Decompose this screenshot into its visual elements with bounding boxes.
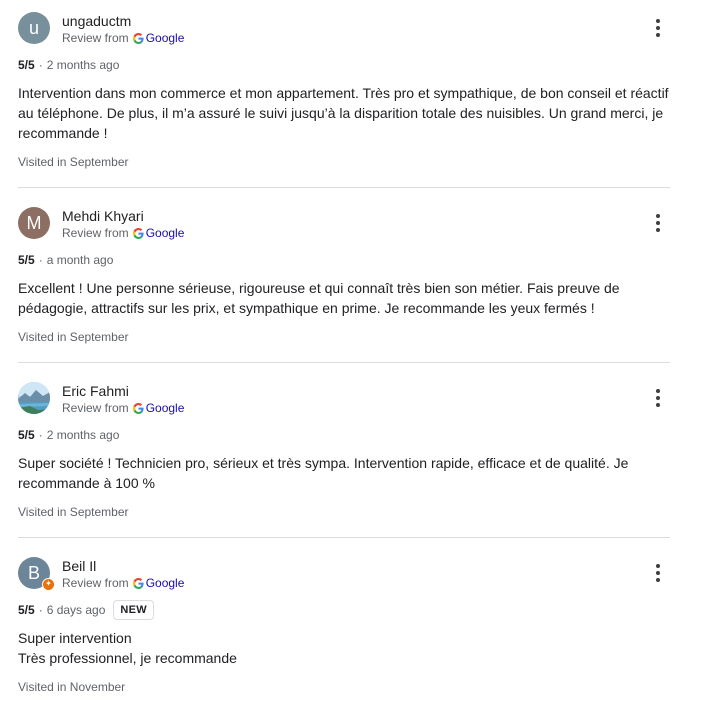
google-g-icon bbox=[132, 33, 144, 48]
rating: 5/5 bbox=[18, 58, 35, 72]
review-source: Review from Google bbox=[62, 31, 184, 48]
review-source: Review from Google bbox=[62, 576, 184, 593]
review-card: B ✦ Beil Il Review from Google 5/5 · 6 days… bbox=[18, 557, 670, 694]
review-header: u ungaductm Review from Google bbox=[18, 12, 670, 48]
avatar[interactable]: u bbox=[18, 12, 50, 44]
avatar[interactable] bbox=[18, 382, 50, 414]
reviewer-name[interactable]: Eric Fahmi bbox=[62, 382, 129, 400]
review-time: 2 months ago bbox=[46, 58, 120, 72]
avatar[interactable]: M bbox=[18, 207, 50, 239]
google-g-icon bbox=[132, 578, 144, 593]
review-text-line: Super intervention bbox=[18, 630, 132, 646]
rating: 5/5 bbox=[18, 602, 35, 617]
review-card: u ungaductm Review from Google 5/5 · 2 mont… bbox=[18, 12, 670, 169]
rating-row: 5/5 · 2 months ago bbox=[18, 428, 120, 442]
source-name-link[interactable]: Google bbox=[146, 226, 185, 240]
source-name-link[interactable]: Google bbox=[146, 401, 185, 415]
visited-date: Visited in September bbox=[18, 505, 129, 519]
divider bbox=[18, 537, 670, 538]
source-label: Review from bbox=[62, 401, 129, 415]
more-vert-icon bbox=[656, 214, 660, 232]
avatar-photo-image bbox=[18, 382, 50, 414]
rating-row: 5/5 · 6 days ago NEW bbox=[18, 600, 154, 620]
review-text-line: Très professionnel, je recommande bbox=[18, 650, 237, 666]
visited-date: Visited in November bbox=[18, 680, 126, 694]
review-header: Eric Fahmi Review from Google bbox=[18, 382, 670, 418]
avatar[interactable]: B ✦ bbox=[18, 557, 55, 591]
more-options-button[interactable] bbox=[646, 561, 670, 585]
review-text: Excellent ! Une personne sérieuse, rigou… bbox=[18, 278, 670, 318]
source-label: Review from bbox=[62, 226, 129, 240]
review-source: Review from Google bbox=[62, 226, 184, 243]
review-text-line: Excellent ! Une personne sérieuse, rigou… bbox=[18, 280, 620, 316]
avatar-letter: B bbox=[27, 563, 40, 583]
review-time: 2 months ago bbox=[46, 428, 120, 442]
review-card: M Mehdi Khyari Review from Google 5/5 · a m… bbox=[18, 207, 670, 344]
reviewer-name[interactable]: ungaductm bbox=[62, 12, 131, 30]
rating-row: 5/5 · a month ago bbox=[18, 253, 114, 267]
avatar-letter: u bbox=[28, 18, 39, 38]
reviewer-name[interactable]: Mehdi Khyari bbox=[62, 207, 144, 225]
rating-row: 5/5 · 2 months ago bbox=[18, 58, 120, 72]
local-guide-star-icon: ✦ bbox=[42, 578, 55, 591]
reviewer-name[interactable]: Beil Il bbox=[62, 557, 96, 575]
reviews-list: u ungaductm Review from Google 5/5 · 2 mont… bbox=[0, 0, 709, 702]
more-options-button[interactable] bbox=[646, 386, 670, 410]
source-name-link[interactable]: Google bbox=[146, 576, 185, 590]
review-text-line: Super société ! Technicien pro, sérieux … bbox=[18, 455, 629, 491]
rating: 5/5 bbox=[18, 428, 35, 442]
source-label: Review from bbox=[62, 31, 129, 45]
visited-date: Visited in September bbox=[18, 155, 129, 169]
new-badge: NEW bbox=[113, 600, 154, 620]
divider bbox=[18, 362, 670, 363]
avatar-letter: M bbox=[26, 213, 42, 233]
divider bbox=[18, 187, 670, 188]
review-card: Eric Fahmi Review from Google 5/5 · 2 month… bbox=[18, 382, 670, 519]
visited-date: Visited in September bbox=[18, 330, 129, 344]
google-g-icon bbox=[132, 228, 144, 243]
review-header: B ✦ Beil Il Review from Google bbox=[18, 557, 670, 593]
review-source: Review from Google bbox=[62, 401, 184, 418]
review-time: a month ago bbox=[46, 253, 114, 267]
google-g-icon bbox=[132, 403, 144, 418]
more-vert-icon bbox=[656, 19, 660, 37]
review-header: M Mehdi Khyari Review from Google bbox=[18, 207, 670, 243]
review-text: Intervention dans mon commerce et mon ap… bbox=[18, 83, 670, 143]
review-time: 6 days ago bbox=[46, 602, 106, 617]
source-name-link[interactable]: Google bbox=[146, 31, 185, 45]
review-text-line: Intervention dans mon commerce et mon ap… bbox=[18, 85, 669, 141]
review-text: Super société ! Technicien pro, sérieux … bbox=[18, 453, 670, 493]
more-options-button[interactable] bbox=[646, 16, 670, 40]
review-text: Super intervention Très professionnel, j… bbox=[18, 628, 670, 668]
more-vert-icon bbox=[656, 564, 660, 582]
more-options-button[interactable] bbox=[646, 211, 670, 235]
rating: 5/5 bbox=[18, 253, 35, 267]
more-vert-icon bbox=[656, 389, 660, 407]
source-label: Review from bbox=[62, 576, 129, 590]
